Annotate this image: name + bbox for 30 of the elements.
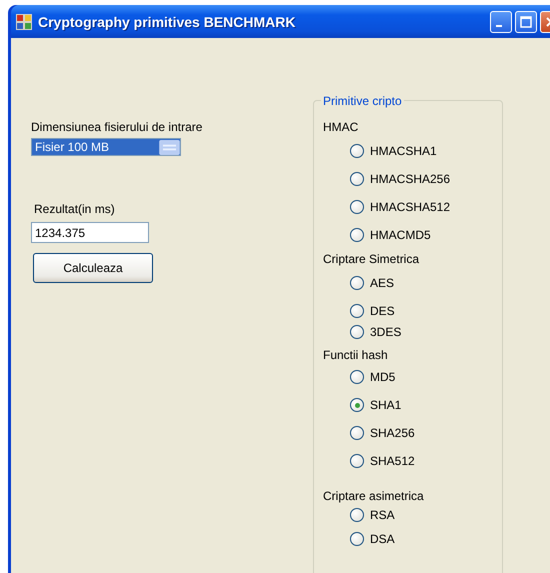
minimize-icon bbox=[496, 24, 502, 26]
radio-option[interactable]: HMACMD5 bbox=[350, 221, 431, 249]
result-label: Rezultat(in ms) bbox=[34, 202, 115, 216]
dropdown-icon bbox=[159, 140, 180, 154]
result-field[interactable]: 1234.375 bbox=[31, 222, 149, 243]
radio-option[interactable]: DES bbox=[350, 297, 395, 325]
window-title: Cryptography primitives BENCHMARK bbox=[38, 14, 296, 30]
maximize-button[interactable] bbox=[515, 10, 537, 32]
section-heading: Criptare Simetrica bbox=[323, 251, 420, 268]
radio-option[interactable]: AES bbox=[350, 269, 394, 297]
radio-option[interactable]: DSA bbox=[350, 527, 395, 551]
section-heading: HMAC bbox=[323, 119, 358, 136]
group-title: Primitive cripto bbox=[321, 94, 404, 108]
radio-option[interactable]: SHA512 bbox=[350, 447, 415, 475]
radio-option[interactable]: HMACSHA512 bbox=[350, 193, 450, 221]
radio-option[interactable]: RSA bbox=[350, 503, 395, 527]
maximize-icon bbox=[520, 16, 532, 28]
file-size-dropdown[interactable]: Fisier 100 MB bbox=[31, 138, 181, 156]
radio-option[interactable]: SHA256 bbox=[350, 419, 415, 447]
radio-option[interactable]: 3DES bbox=[350, 325, 402, 347]
radio-option[interactable]: SHA1 bbox=[350, 391, 402, 419]
calculate-button[interactable]: Calculeaza bbox=[33, 253, 153, 283]
section-heading: Functii hash bbox=[323, 347, 388, 363]
app-icon bbox=[16, 14, 32, 30]
minimize-button[interactable] bbox=[490, 10, 512, 32]
radio-option[interactable]: HMACSHA256 bbox=[350, 165, 450, 193]
radio-option[interactable]: HMACSHA1 bbox=[350, 137, 437, 165]
file-size-label: Dimensiunea fisierului de intrare bbox=[31, 120, 202, 134]
section-heading: Criptare asimetrica bbox=[323, 489, 424, 503]
radio-option[interactable]: MD5 bbox=[350, 363, 396, 391]
